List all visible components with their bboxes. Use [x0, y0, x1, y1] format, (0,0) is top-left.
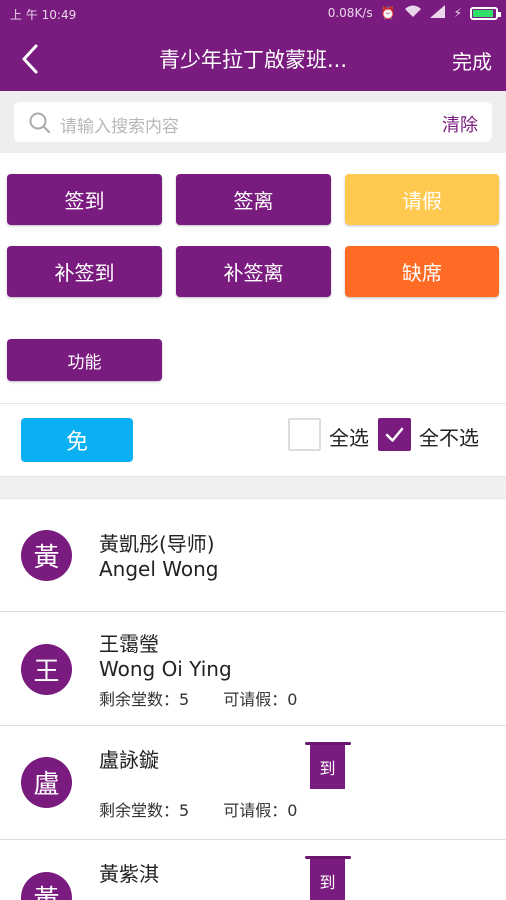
select-none-checkbox[interactable] [378, 418, 411, 451]
nav-bar: 青少年拉丁啟蒙班... 完成 [0, 28, 506, 91]
absent-button[interactable]: 缺席 [345, 246, 499, 297]
leave-button[interactable]: 请假 [345, 174, 499, 225]
status-badge: 到 [310, 859, 345, 900]
done-button[interactable]: 完成 [452, 46, 492, 75]
makeup-sign-in-button[interactable]: 补签到 [7, 246, 162, 297]
search-icon [28, 111, 52, 135]
search-box[interactable]: 请输入搜索内容 清除 [14, 102, 492, 142]
avatar: 王 [21, 644, 72, 695]
exempt-button[interactable]: 免 [21, 418, 133, 462]
sign-in-button[interactable]: 签到 [7, 174, 162, 225]
select-all-checkbox[interactable] [288, 418, 321, 451]
sign-out-button[interactable]: 签离 [176, 174, 331, 225]
avatar: 黃 [21, 530, 72, 581]
clear-button[interactable]: 清除 [442, 111, 478, 137]
student-name-en: Angel Wong [99, 557, 219, 581]
list-item[interactable]: 王 王霭瑩 Wong Oi Ying 剩余堂数：5 可请假：0 [0, 612, 506, 726]
function-button[interactable]: 功能 [7, 339, 162, 381]
leave-quota: 可请假：0 [223, 801, 298, 820]
remaining-lessons: 剩余堂数：5 [99, 801, 190, 820]
signal-icon [429, 5, 446, 21]
status-flag: 到 [305, 740, 351, 790]
leave-quota: 可请假：0 [223, 690, 298, 709]
avatar: 盧 [21, 757, 72, 808]
status-icons: 0.08K/s ⏰ ⚡ [327, 5, 501, 21]
makeup-sign-out-button[interactable]: 补签离 [176, 246, 331, 297]
section-spacer [0, 476, 506, 499]
status-time: 上 午 10:49 [10, 8, 77, 22]
student-name-cn: 黃凱彤(导师) [99, 532, 215, 556]
student-stats: 剩余堂数：5 可请假：0 [99, 686, 297, 710]
list-item[interactable]: 盧 盧詠鏇 到 剩余堂数：5 可请假：0 [0, 726, 506, 840]
checkmark-icon [385, 427, 404, 442]
status-flag: 到 [305, 854, 351, 900]
alarm-icon: ⏰ [380, 6, 396, 20]
student-stats: 剩余堂数：5 可请假：0 [99, 797, 297, 821]
search-input[interactable]: 请输入搜索内容 [60, 112, 179, 137]
student-name-cn: 黃紫淇 [99, 862, 159, 886]
network-speed: 0.08K/s [327, 6, 373, 20]
student-name-cn: 王霭瑩 [99, 632, 159, 656]
charging-icon: ⚡ [453, 6, 462, 20]
list-item[interactable]: 黃 黃凱彤(导师) Angel Wong [0, 499, 506, 612]
wifi-icon [404, 5, 422, 21]
select-none-label[interactable]: 全不选 [419, 422, 479, 451]
back-arrow-icon[interactable] [16, 42, 46, 76]
student-name-en: Wong Oi Ying [99, 657, 232, 681]
select-all-label[interactable]: 全选 [329, 422, 369, 451]
page-title: 青少年拉丁啟蒙班... [158, 48, 348, 72]
student-name-cn: 盧詠鏇 [99, 748, 159, 772]
battery-icon [470, 6, 501, 20]
status-bar: 上 午 10:49 0.08K/s ⏰ ⚡ [0, 0, 506, 28]
avatar: 黃 [21, 872, 72, 900]
divider [0, 403, 506, 404]
remaining-lessons: 剩余堂数：5 [99, 690, 190, 709]
status-badge: 到 [310, 745, 345, 789]
list-item[interactable]: 黃 黃紫淇 到 [0, 840, 506, 900]
search-bar: 请输入搜索内容 清除 [0, 91, 506, 153]
